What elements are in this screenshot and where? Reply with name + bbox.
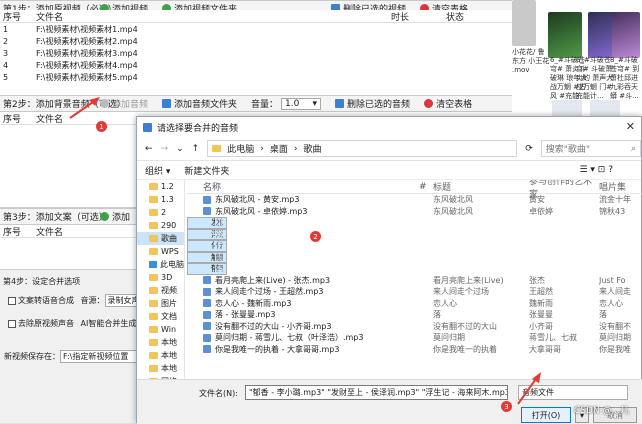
step-badge-2: 2 <box>310 231 321 242</box>
annotation-arrows <box>69 97 541 405</box>
step-badge-1: 1 <box>96 121 107 132</box>
watermark: CSDN @...儿 <box>574 406 630 416</box>
step-badge-3: 3 <box>501 401 512 412</box>
